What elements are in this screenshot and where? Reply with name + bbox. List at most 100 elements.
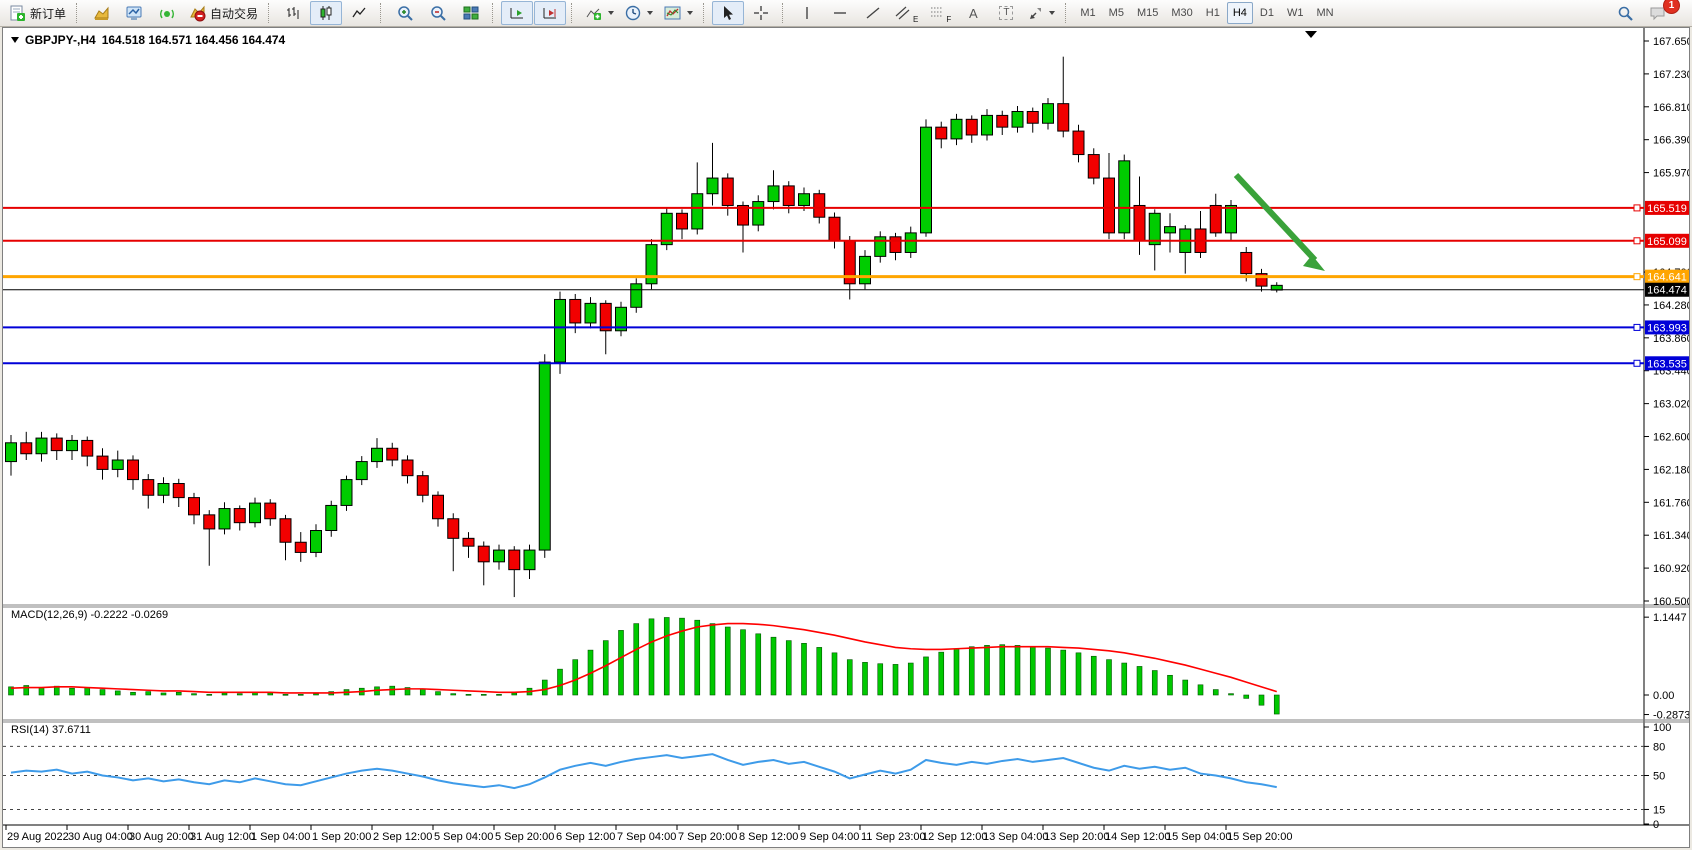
candle-body <box>1119 161 1130 233</box>
candle-body <box>1058 104 1069 131</box>
notifications-button[interactable]: 1 <box>1642 1 1674 25</box>
line-handle[interactable] <box>1634 238 1640 244</box>
tile-windows-button[interactable] <box>455 1 487 25</box>
timeframe-m1[interactable]: M1 <box>1074 2 1101 24</box>
macd-histogram-bar <box>725 627 730 695</box>
time-tick-label: 13 Sep 20:00 <box>1044 831 1109 843</box>
macd-histogram-bar <box>1000 645 1005 695</box>
timeframe-mn[interactable]: MN <box>1310 2 1339 24</box>
trendline-icon <box>865 5 881 21</box>
price-tick-label: 164.280 <box>1653 300 1689 312</box>
line-handle[interactable] <box>1634 360 1640 366</box>
gold-chart-icon <box>93 5 110 22</box>
toolbar-separator <box>571 3 575 23</box>
crosshair-button[interactable] <box>745 1 777 25</box>
timeframe-d1[interactable]: D1 <box>1254 2 1280 24</box>
channel-letter: E <box>913 15 918 24</box>
search-button[interactable] <box>1609 1 1641 25</box>
horizontal-line-icon <box>832 5 848 21</box>
time-tick-label: 13 Sep 04:00 <box>983 831 1048 843</box>
line-chart-button[interactable] <box>343 1 375 25</box>
chart-canvas[interactable]: 167.650167.230166.810166.390165.970164.7… <box>3 28 1689 847</box>
zoom-out-icon <box>430 5 447 22</box>
macd-histogram-bar <box>878 664 883 695</box>
trendline-tool[interactable] <box>857 1 889 25</box>
candle-body <box>112 460 123 469</box>
signals-button[interactable] <box>151 1 183 25</box>
candle-body <box>51 438 62 451</box>
candle-body <box>921 127 932 233</box>
line-handle[interactable] <box>1634 274 1640 280</box>
macd-histogram-bar <box>176 692 181 695</box>
macd-histogram-bar <box>1213 690 1218 695</box>
horizontal-line-tool[interactable] <box>824 1 856 25</box>
candle-body <box>966 119 977 135</box>
text-label-tool[interactable]: T <box>990 1 1022 25</box>
macd-histogram-bar <box>634 624 639 695</box>
macd-histogram-bar <box>1274 695 1279 714</box>
chart-window[interactable]: 167.650167.230166.810166.390165.970164.7… <box>2 27 1690 848</box>
toolbar-separator <box>782 3 786 23</box>
timeframe-m30[interactable]: M30 <box>1165 2 1198 24</box>
line-handle[interactable] <box>1634 324 1640 330</box>
candle-body <box>829 217 840 240</box>
trend-arrow[interactable] <box>1236 175 1315 260</box>
macd-histogram-bar <box>649 619 654 695</box>
search-icon <box>1617 5 1634 22</box>
chart-shift-button[interactable] <box>534 1 566 25</box>
auto-trading-icon <box>189 5 206 22</box>
macd-histogram-bar <box>1061 650 1066 695</box>
candle-body <box>1210 205 1221 232</box>
new-order-button[interactable]: 新订单 <box>4 1 71 25</box>
cursor-button[interactable] <box>712 1 744 25</box>
chart-dropdown-icon[interactable] <box>11 37 19 43</box>
candle-body <box>265 503 276 519</box>
macd-histogram-bar <box>573 660 578 695</box>
candlestick-chart-button[interactable] <box>310 1 342 25</box>
periods-dropdown[interactable] <box>620 1 658 25</box>
rsi-tick-label: 50 <box>1653 771 1665 783</box>
macd-histogram-bar <box>802 643 807 695</box>
text-tool[interactable]: A <box>957 1 989 25</box>
macd-histogram-bar <box>70 688 75 695</box>
candle-body <box>768 186 779 202</box>
candle-body <box>905 233 916 253</box>
vertical-line-tool[interactable] <box>791 1 823 25</box>
candle-body <box>494 550 505 562</box>
candle-body <box>570 299 581 322</box>
line-handle[interactable] <box>1634 205 1640 211</box>
arrows-tool-icon <box>1028 6 1043 21</box>
market-watch-button[interactable] <box>85 1 117 25</box>
arrows-tool-dropdown[interactable] <box>1023 1 1060 25</box>
macd-histogram-bar <box>847 660 852 695</box>
indicators-dropdown[interactable] <box>580 1 619 25</box>
timeframe-m5[interactable]: M5 <box>1103 2 1130 24</box>
timeframe-h4[interactable]: H4 <box>1227 2 1253 24</box>
zoom-in-button[interactable] <box>389 1 421 25</box>
templates-dropdown[interactable] <box>659 1 698 25</box>
macd-histogram-bar <box>756 634 761 695</box>
candle-body <box>295 542 306 552</box>
timeframe-m15[interactable]: M15 <box>1131 2 1164 24</box>
time-tick-label: 7 Sep 20:00 <box>678 831 737 843</box>
zoom-in-icon <box>397 5 414 22</box>
timeframe-h1[interactable]: H1 <box>1200 2 1226 24</box>
macd-histogram-bar <box>146 692 151 695</box>
macd-histogram-bar <box>939 652 944 695</box>
candle-body <box>631 284 642 307</box>
vertical-line-icon <box>800 5 814 21</box>
fibonacci-tool[interactable]: F <box>924 1 956 25</box>
strategy-tester-button[interactable] <box>118 1 150 25</box>
timeframe-w1[interactable]: W1 <box>1281 2 1310 24</box>
macd-histogram-bar <box>1183 680 1188 695</box>
auto-scroll-button[interactable] <box>501 1 533 25</box>
zoom-out-button[interactable] <box>422 1 454 25</box>
candle-body <box>280 519 291 542</box>
equidistant-channel-tool[interactable]: E <box>890 1 923 25</box>
bar-chart-button[interactable] <box>277 1 309 25</box>
chart-shift-marker[interactable] <box>1305 31 1317 38</box>
price-level-badge-text: 165.099 <box>1647 236 1687 248</box>
time-tick-label: 1 Sep 04:00 <box>251 831 310 843</box>
macd-histogram-bar <box>100 690 105 695</box>
auto-trading-button[interactable]: 自动交易 <box>184 1 263 25</box>
